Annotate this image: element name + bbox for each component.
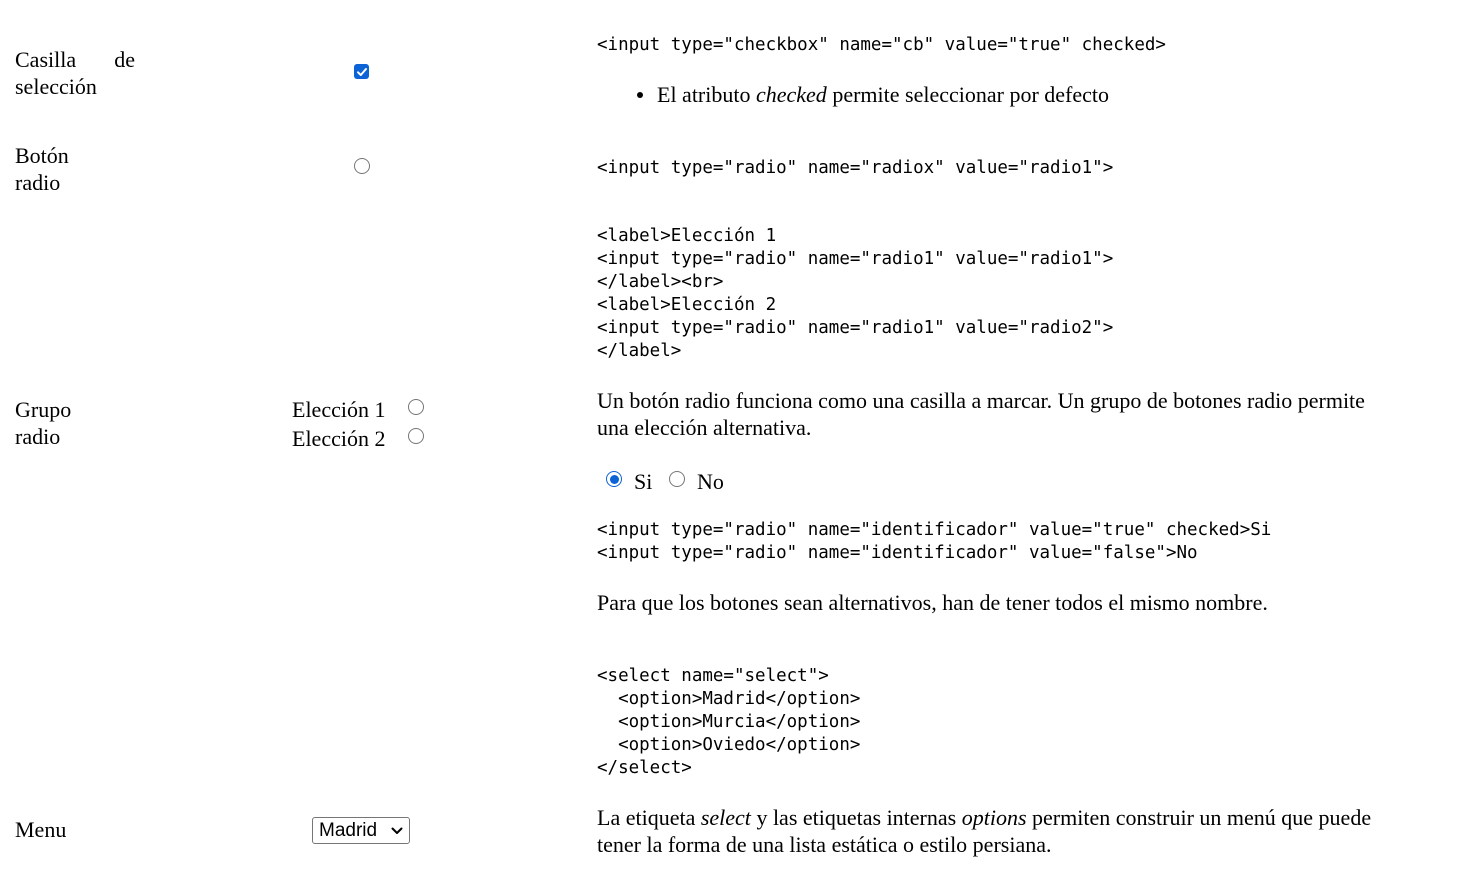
radio-group-label-line2: radio [15,424,61,449]
radio-group-choice1-label: Elección 1 [292,397,386,422]
radio-code: <input type="radio" name="radiox" value=… [597,158,1114,178]
radio-group-code2: <input type="radio" name="identificador"… [597,520,1272,563]
radio-group-choice1-input[interactable] [408,399,424,415]
demo-radio-si-label: Si [634,469,653,494]
checkbox-label-word1: Casilla [15,47,77,72]
bullet-icon [637,92,643,98]
checkbox-note-item: El atributo checked permite seleccionar … [637,81,1109,108]
checkbox-code: <input type="checkbox" name="cb" value="… [597,35,1166,55]
menu-row-label: Menu [15,817,67,842]
radio-group-label-line1: Grupo [15,397,72,422]
radio-selected-dot [609,474,619,484]
radio-group-description: Un botón radio funciona como una casilla… [597,388,1365,440]
checkbox-row-label: Casilla de selección [15,46,135,100]
radio-group-choice2-input[interactable] [408,428,424,444]
city-select[interactable]: Madrid [312,817,410,844]
radio-label-line2: radio [15,170,61,195]
radio-group-code: <label>Elección 1 <input type="radio" na… [597,226,1114,361]
radio-label-line1: Botón [15,143,69,168]
checkbox-input[interactable] [354,64,369,79]
checkbox-note: El atributo checked permite seleccionar … [637,81,1109,108]
radio-group-row-label: Grupo radio [15,396,135,450]
checked-attribute-term: checked [755,82,827,107]
radio-row-label: Botón radio [15,142,135,196]
menu-description: La etiqueta select y las etiquetas inter… [597,805,1372,857]
select-tag-term: select [700,805,751,830]
radio-input[interactable] [354,158,370,174]
options-tag-term: options [961,805,1027,830]
radio-group-note: Para que los botones sean alternativos, … [597,590,1268,615]
checkbox-label-line2: selección [15,74,97,99]
demo-radio-no[interactable] [669,471,685,487]
demo-radio-no-label: No [697,469,724,494]
city-select-value: Madrid [319,819,378,841]
check-icon [356,67,367,76]
chevron-down-icon [391,827,403,835]
demo-radio-si[interactable] [606,471,622,487]
checkbox-label-word2: de [114,47,135,72]
radio-group-choice2-label: Elección 2 [292,426,386,451]
menu-code: <select name="select"> <option>Madrid</o… [597,666,861,778]
